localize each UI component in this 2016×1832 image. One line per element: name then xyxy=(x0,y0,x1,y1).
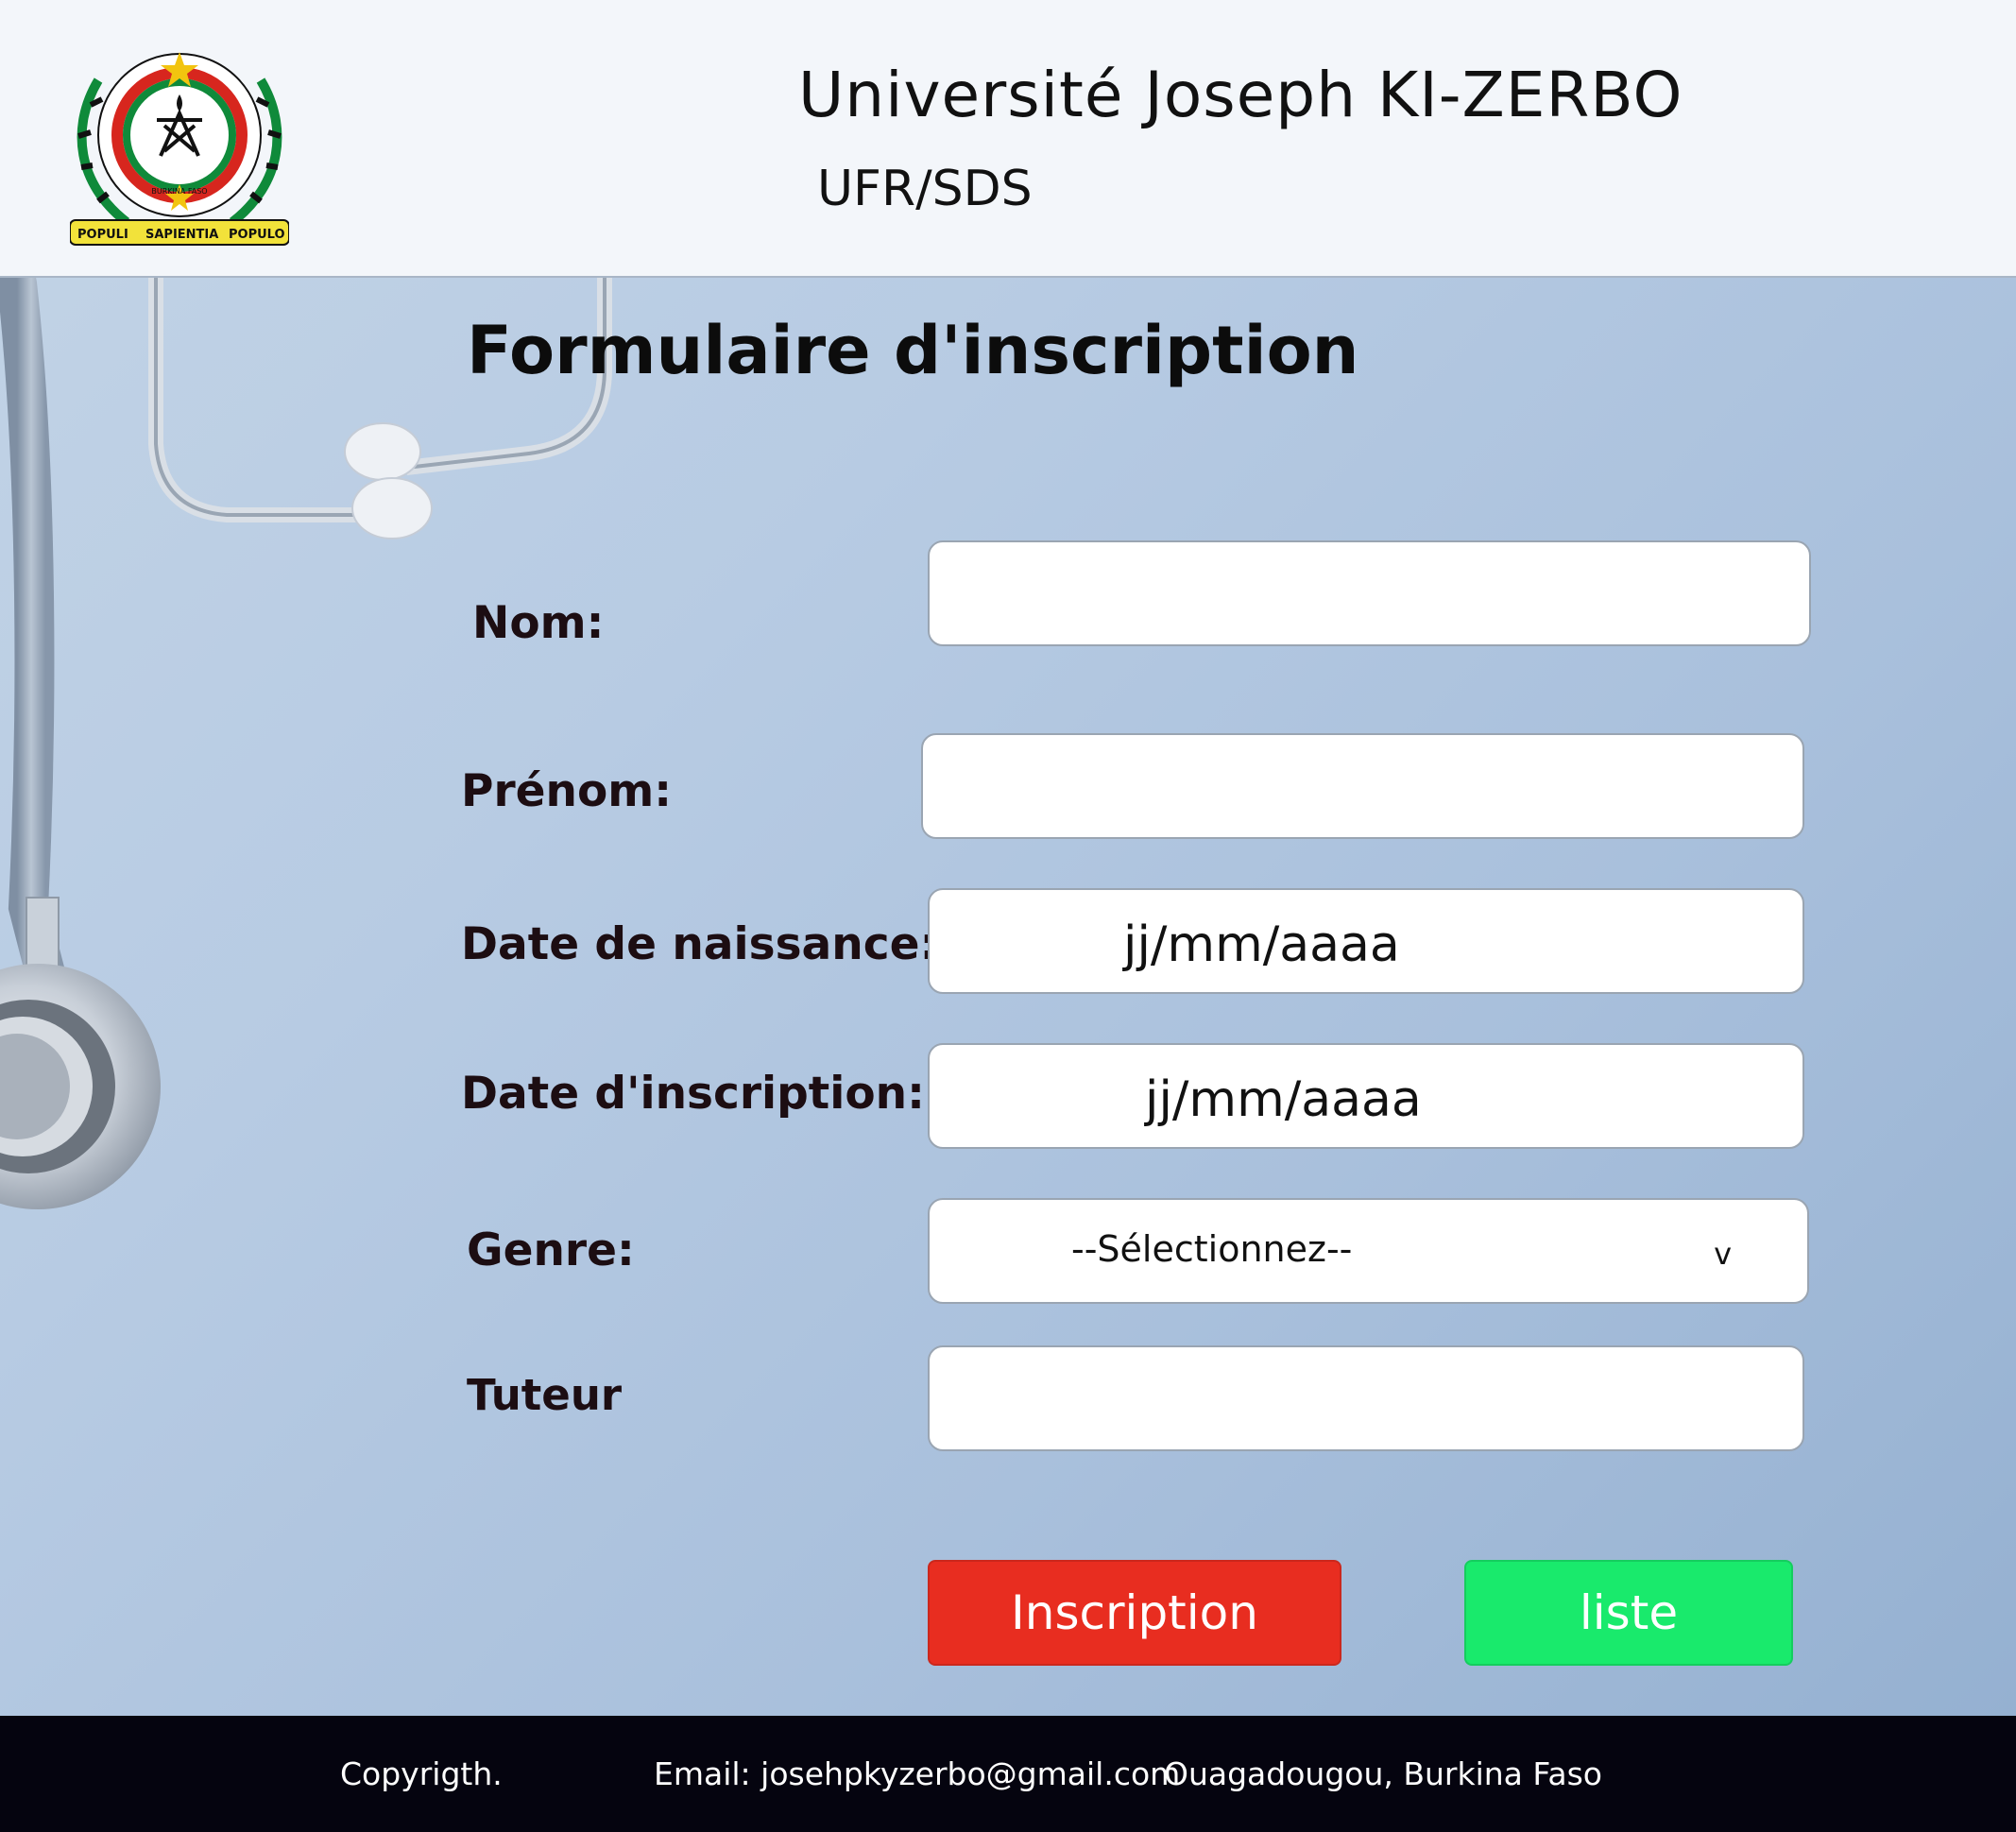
footer-email: Email: josehpkyzerbo@gmail.com xyxy=(654,1755,1181,1792)
date-inscription-label: Date d'inscription: xyxy=(461,1068,925,1120)
genre-select[interactable]: --Sélectionnez-- v xyxy=(928,1198,1809,1304)
prenom-field[interactable] xyxy=(921,733,1804,839)
university-name: Université Joseph KI-ZERBO xyxy=(798,59,1683,131)
footer-copyright: Copyrigth. xyxy=(340,1755,503,1792)
genre-selected-value: --Sélectionnez-- xyxy=(1071,1228,1353,1270)
nom-input[interactable] xyxy=(930,542,1809,644)
svg-text:POPULI: POPULI xyxy=(77,228,128,242)
date-naissance-label: Date de naissance: xyxy=(461,918,938,970)
date-inscription-field[interactable]: jj/mm/aaaa xyxy=(928,1043,1804,1149)
tuteur-input[interactable] xyxy=(930,1347,1802,1449)
inscription-button[interactable]: Inscription xyxy=(928,1560,1341,1666)
svg-text:SAPIENTIA: SAPIENTIA xyxy=(145,228,218,242)
nom-label: Nom: xyxy=(472,597,605,649)
tuteur-field[interactable] xyxy=(928,1345,1804,1451)
site-footer: Copyrigth. Email: josehpkyzerbo@gmail.co… xyxy=(0,1716,2016,1832)
prenom-label: Prénom: xyxy=(461,765,673,817)
liste-button[interactable]: liste xyxy=(1464,1560,1793,1666)
footer-location: Ouagadougou, Burkina Faso xyxy=(1164,1755,1602,1792)
page-title: Formulaire d'inscription xyxy=(467,312,1359,389)
site-header: POPULI SAPIENTIA POPULO BURKINA FASO Uni… xyxy=(0,0,2016,278)
chevron-down-icon: v xyxy=(1714,1236,1732,1272)
date-naissance-placeholder: jj/mm/aaaa xyxy=(1123,916,1400,973)
prenom-input[interactable] xyxy=(923,735,1802,837)
svg-text:POPULO: POPULO xyxy=(229,228,285,242)
university-emblem-icon: POPULI SAPIENTIA POPULO BURKINA FASO xyxy=(70,52,289,246)
date-naissance-field[interactable]: jj/mm/aaaa xyxy=(928,888,1804,994)
faculty-name: UFR/SDS xyxy=(817,161,1033,217)
svg-text:BURKINA FASO: BURKINA FASO xyxy=(151,187,207,196)
nom-field[interactable] xyxy=(928,540,1811,646)
genre-label: Genre: xyxy=(467,1224,635,1276)
tuteur-label: Tuteur xyxy=(467,1370,623,1420)
date-inscription-placeholder: jj/mm/aaaa xyxy=(1145,1071,1422,1128)
